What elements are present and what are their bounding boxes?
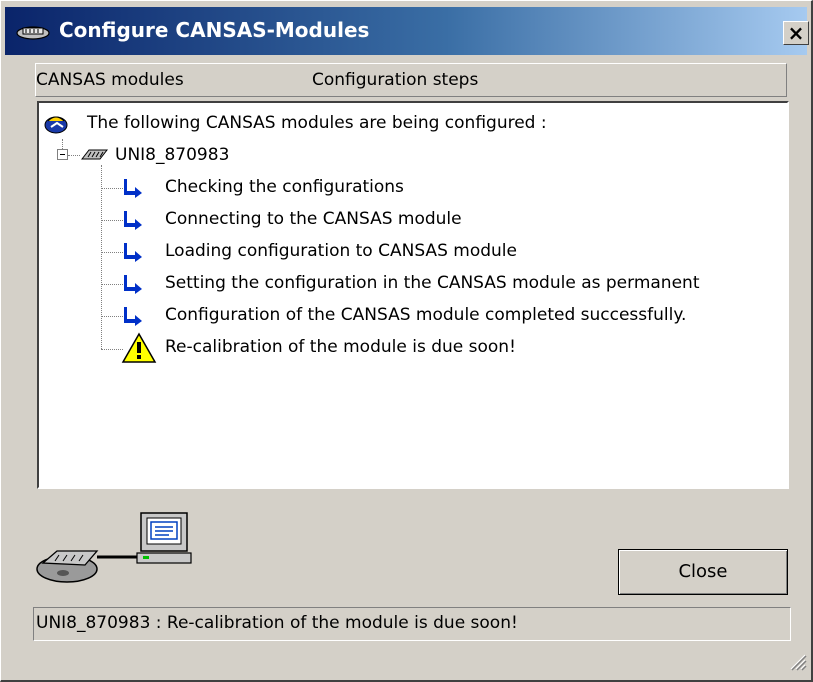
column-header-bar: CANSAS modules Configuration steps	[35, 63, 787, 97]
step-item[interactable]: Connecting to the CANSAS module	[165, 209, 462, 229]
warning-item[interactable]: Re-calibration of the module is due soon…	[165, 337, 516, 357]
tree-connector	[101, 252, 123, 253]
step-arrow-icon	[121, 209, 145, 236]
resize-grip-icon[interactable]	[787, 651, 807, 676]
step-arrow-icon	[121, 241, 145, 268]
status-text: UNI8_870983 : Re-calibration of the modu…	[36, 613, 518, 633]
collapse-toggle[interactable]	[57, 149, 68, 160]
step-item[interactable]: Configuration of the CANSAS module compl…	[165, 305, 686, 325]
step-item[interactable]: Checking the configurations	[165, 177, 404, 197]
tree-connector	[101, 220, 123, 221]
close-button[interactable]: Close	[618, 549, 788, 595]
cansas-root-icon	[43, 111, 69, 140]
tree-connector	[101, 284, 123, 285]
step-arrow-icon	[121, 177, 145, 204]
module-to-computer-icon	[35, 511, 235, 596]
configuration-tree[interactable]: The following CANSAS modules are being c…	[37, 101, 789, 489]
tree-connector	[101, 165, 102, 349]
module-icon	[79, 147, 109, 168]
status-bar: UNI8_870983 : Re-calibration of the modu…	[33, 607, 791, 641]
title-bar[interactable]: Configure CANSAS-Modules ×	[5, 7, 809, 55]
close-window-button[interactable]: ×	[783, 21, 809, 45]
step-arrow-icon	[121, 305, 145, 332]
tree-root-label[interactable]: The following CANSAS modules are being c…	[87, 113, 547, 133]
cansas-module-icon	[15, 23, 51, 46]
window-title: Configure CANSAS-Modules	[59, 18, 370, 42]
module-node[interactable]: UNI8_870983	[115, 145, 229, 165]
header-item-cansas-modules[interactable]: CANSAS modules	[36, 70, 184, 90]
tree-connector	[101, 349, 123, 350]
tree-connector	[101, 188, 123, 189]
tree-connector	[101, 316, 123, 317]
header-item-configuration-steps[interactable]: Configuration steps	[312, 70, 478, 90]
warning-icon	[121, 332, 157, 369]
configure-dialog: Configure CANSAS-Modules × CANSAS module…	[0, 0, 813, 682]
step-arrow-icon	[121, 273, 145, 300]
step-item[interactable]: Setting the configuration in the CANSAS …	[165, 273, 699, 293]
step-item[interactable]: Loading configuration to CANSAS module	[165, 241, 517, 261]
